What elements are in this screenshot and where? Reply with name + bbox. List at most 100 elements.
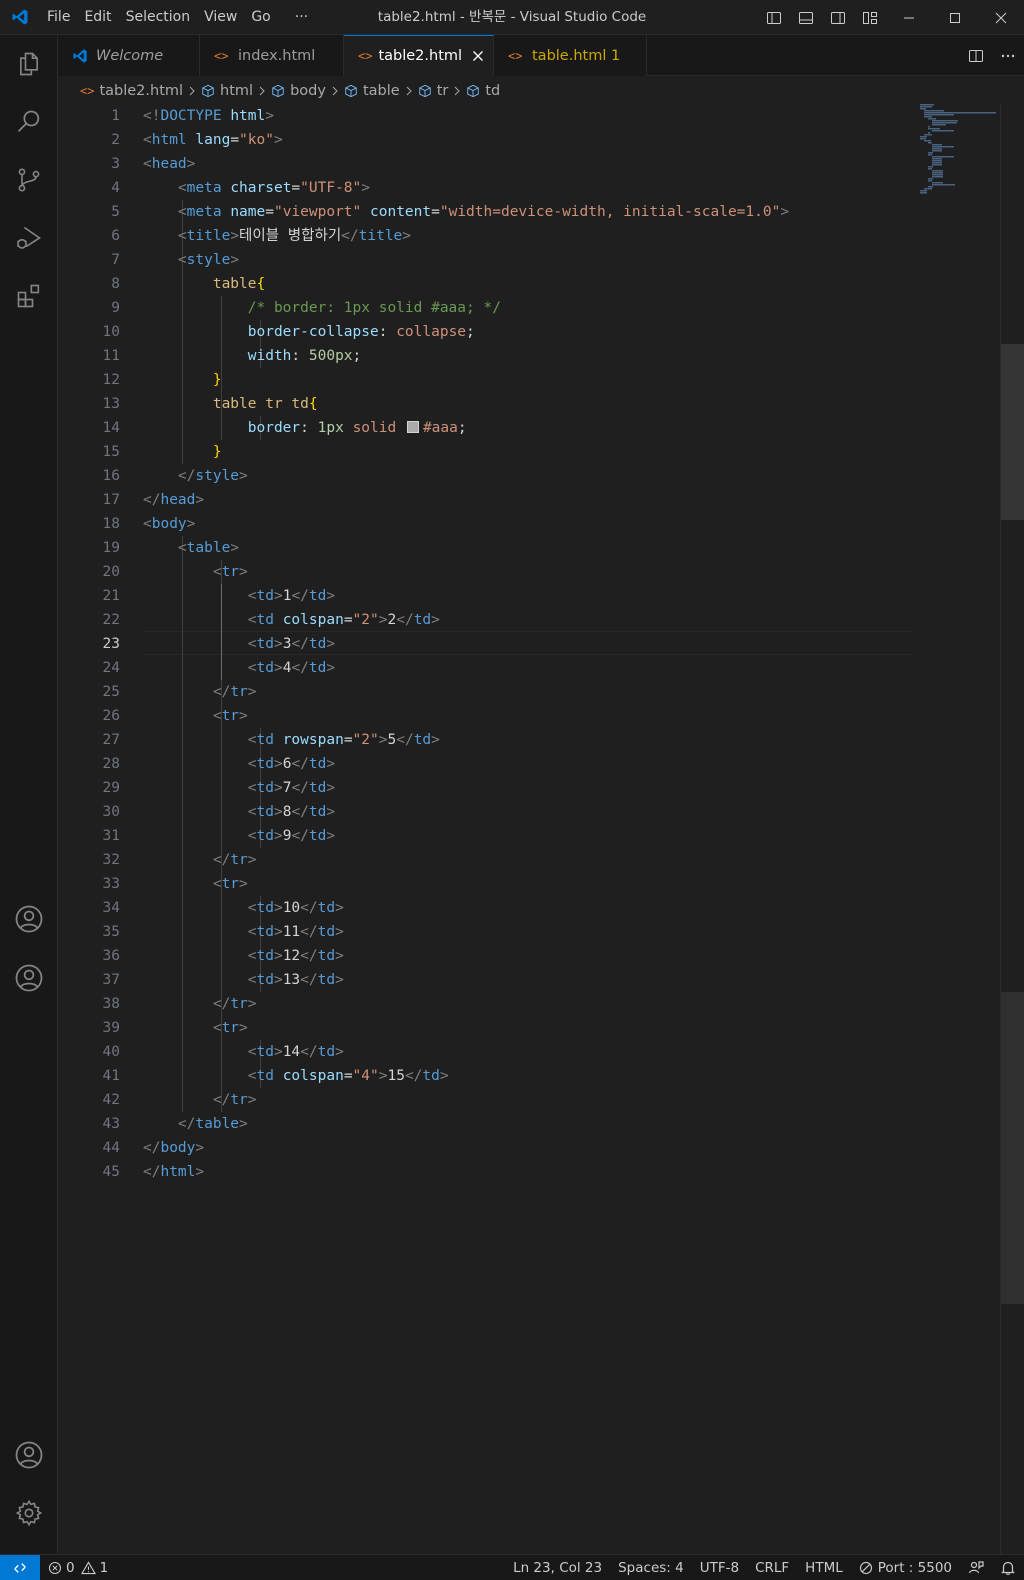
code-line[interactable]: <head> xyxy=(143,152,912,176)
code-line[interactable]: <!DOCTYPE html> xyxy=(143,104,912,128)
tab-welcome[interactable]: Welcome xyxy=(58,35,200,76)
encoding-setting[interactable]: UTF-8 xyxy=(692,1555,747,1580)
code-line[interactable]: </head> xyxy=(143,488,912,512)
menu-edit[interactable]: Edit xyxy=(77,0,118,35)
code-line[interactable]: </body> xyxy=(143,1136,912,1160)
code-line[interactable]: <td>10</td> xyxy=(143,896,912,920)
code-line[interactable]: <td>12</td> xyxy=(143,944,912,968)
live-server-port[interactable]: Port : 5500 xyxy=(851,1555,960,1580)
tab-index-html[interactable]: <> index.html xyxy=(200,35,344,76)
menu-file[interactable]: File xyxy=(40,0,77,35)
close-window-button[interactable] xyxy=(978,0,1024,35)
menu-go[interactable]: Go xyxy=(244,0,277,35)
feedback-icon[interactable] xyxy=(960,1555,992,1580)
breadcrumb-html[interactable]: html xyxy=(201,83,253,99)
tab-table-html[interactable]: <> table.html 1 xyxy=(494,35,647,76)
code-line[interactable]: <td>6</td> xyxy=(143,752,912,776)
code-line[interactable]: table tr td{ xyxy=(143,392,912,416)
remote-window-button[interactable] xyxy=(0,1554,40,1580)
extensions-icon[interactable] xyxy=(0,267,58,325)
settings-gear-icon[interactable] xyxy=(0,1484,58,1542)
code-line[interactable]: <body> xyxy=(143,512,912,536)
code-line[interactable]: border-collapse: collapse; xyxy=(143,320,912,344)
menu-more[interactable]: ··· xyxy=(288,0,315,35)
symbol-cube-icon xyxy=(201,84,215,98)
code-line[interactable]: </tr> xyxy=(143,992,912,1016)
explorer-icon[interactable] xyxy=(0,35,58,93)
code-line[interactable]: </table> xyxy=(143,1112,912,1136)
breadcrumb-file[interactable]: <> table2.html xyxy=(80,83,183,99)
breadcrumb-tr[interactable]: tr xyxy=(418,83,448,99)
code-line[interactable]: <td>11</td> xyxy=(143,920,912,944)
toggle-secondary-sidebar-icon[interactable] xyxy=(822,0,854,35)
code-line[interactable]: <td>7</td> xyxy=(143,776,912,800)
minimap[interactable] xyxy=(920,104,1000,204)
cursor-position[interactable]: Ln 23, Col 23 xyxy=(505,1555,610,1580)
toggle-panel-icon[interactable] xyxy=(790,0,822,35)
code-line[interactable]: </tr> xyxy=(143,680,912,704)
code-line[interactable]: </tr> xyxy=(143,848,912,872)
maximize-button[interactable] xyxy=(932,0,978,35)
code-token: </ xyxy=(291,636,309,652)
code-line[interactable]: <style> xyxy=(143,248,912,272)
code-line[interactable]: width: 500px; xyxy=(143,344,912,368)
code-line[interactable]: <td>13</td> xyxy=(143,968,912,992)
customize-layout-icon[interactable] xyxy=(854,0,886,35)
menu-view[interactable]: View xyxy=(197,0,244,35)
live-share-account-icon[interactable] xyxy=(0,949,58,1007)
toggle-primary-sidebar-icon[interactable] xyxy=(758,0,790,35)
code-line[interactable]: <tr> xyxy=(143,1016,912,1040)
breadcrumb-td[interactable]: td xyxy=(466,83,500,99)
code-line[interactable]: <td colspan="2">2</td> xyxy=(143,608,912,632)
run-debug-icon[interactable] xyxy=(0,209,58,267)
code-line[interactable]: border: 1px solid #aaa; xyxy=(143,416,912,440)
code-line[interactable]: <td>9</td> xyxy=(143,824,912,848)
code-line[interactable]: </style> xyxy=(143,464,912,488)
code-line[interactable]: <tr> xyxy=(143,560,912,584)
problems-indicator[interactable]: 0 1 xyxy=(40,1555,116,1580)
code-lines[interactable]: <!DOCTYPE html> <html lang="ko"> <head> <m… xyxy=(143,104,912,1184)
more-actions-icon[interactable] xyxy=(992,38,1024,73)
code-line[interactable]: <td>8</td> xyxy=(143,800,912,824)
code-line[interactable]: /* border: 1px solid #aaa; */ xyxy=(143,296,912,320)
account-icon[interactable] xyxy=(0,1426,58,1484)
code-line[interactable]: <tr> xyxy=(143,872,912,896)
code-line[interactable]: <td>1</td> xyxy=(143,584,912,608)
eol-setting[interactable]: CRLF xyxy=(747,1555,797,1580)
code-line[interactable]: <td>3</td> xyxy=(143,632,912,656)
code-line[interactable]: table{ xyxy=(143,272,912,296)
code-line[interactable]: <td rowspan="2">5</td> xyxy=(143,728,912,752)
notifications-bell-icon[interactable] xyxy=(992,1555,1024,1580)
code-line[interactable]: <table> xyxy=(143,536,912,560)
menu-selection[interactable]: Selection xyxy=(119,0,198,35)
code-line[interactable]: <td>14</td> xyxy=(143,1040,912,1064)
breadcrumb-body[interactable]: body xyxy=(271,83,326,99)
split-editor-icon[interactable] xyxy=(960,38,992,73)
indentation-setting[interactable]: Spaces: 4 xyxy=(610,1555,692,1580)
code-line[interactable]: <meta charset="UTF-8"> xyxy=(143,176,912,200)
vertical-scrollbar[interactable] xyxy=(1000,104,1024,1554)
code-line[interactable]: <td colspan="4">15</td> xyxy=(143,1064,912,1088)
code-line[interactable]: <tr> xyxy=(143,704,912,728)
code-line[interactable]: <meta name="viewport" content="width=dev… xyxy=(143,200,912,224)
scrollbar-thumb[interactable] xyxy=(1001,344,1024,520)
code-line[interactable]: } xyxy=(143,368,912,392)
code-line[interactable]: <td>4</td> xyxy=(143,656,912,680)
search-icon[interactable] xyxy=(0,93,58,151)
close-tab-icon[interactable] xyxy=(472,50,484,62)
minimize-button[interactable] xyxy=(886,0,932,35)
color-swatch-icon[interactable] xyxy=(406,421,419,433)
code-line[interactable]: </tr> xyxy=(143,1088,912,1112)
code-line[interactable]: <html lang="ko"> xyxy=(143,128,912,152)
source-control-icon[interactable] xyxy=(0,151,58,209)
breadcrumb-table[interactable]: table xyxy=(344,83,400,99)
code-line[interactable]: <title>테이블 병합하기</title> xyxy=(143,224,912,248)
code-token: content xyxy=(370,204,432,220)
code-editor[interactable]: 1 2 3 4 5 6 7 8 9 10 11 12 13 14 15 16 17 18 19 20 21 22 23 24 2… xyxy=(58,104,1024,1554)
tab-table2-html[interactable]: <> table2.html xyxy=(344,35,494,76)
code-token: = xyxy=(230,132,240,148)
accounts-icon[interactable] xyxy=(0,890,58,948)
code-line[interactable]: </html> xyxy=(143,1160,912,1184)
language-mode[interactable]: HTML xyxy=(797,1555,851,1580)
code-line[interactable]: } xyxy=(143,440,912,464)
